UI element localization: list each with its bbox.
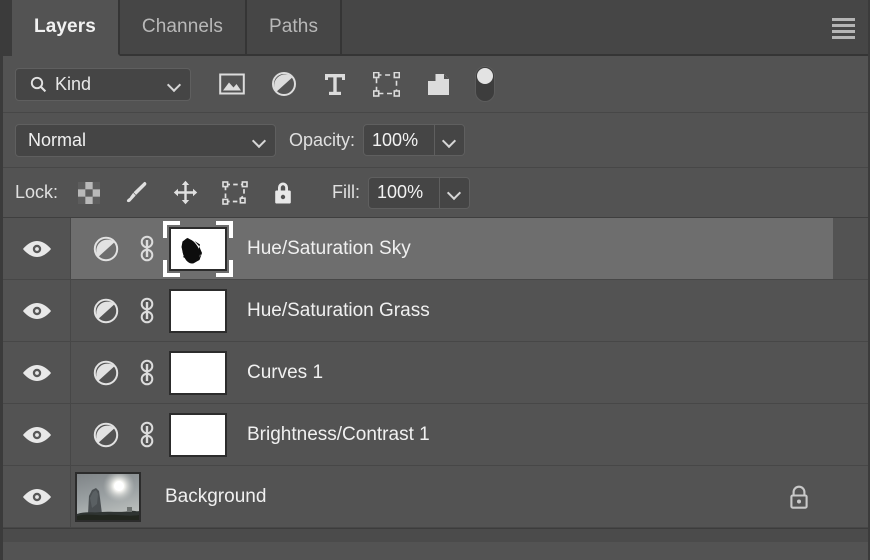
fill-dropdown-button[interactable] (440, 176, 471, 209)
layer-name[interactable]: Curves 1 (247, 362, 323, 384)
table-row[interactable]: Curves 1 (3, 342, 868, 404)
lock-all-icon[interactable] (272, 180, 294, 205)
lock-image-pixels-icon[interactable] (124, 180, 149, 205)
tab-paths[interactable]: Paths (246, 0, 343, 56)
lock-artboard-nesting-icon[interactable] (222, 180, 248, 205)
background-photo-thumbnail (77, 473, 139, 520)
layer-visibility-toggle[interactable] (3, 466, 71, 527)
layer-filter-bar: Kind (3, 56, 868, 113)
tab-paths-label: Paths (268, 16, 319, 37)
layer-visibility-toggle[interactable] (3, 280, 71, 341)
adjustment-layer-icon[interactable] (93, 422, 119, 448)
filter-type-icons (219, 71, 451, 97)
layer-list: Hue/Saturation Sky Hue/Saturation Grass … (3, 218, 868, 528)
blend-mode-value: Normal (28, 129, 87, 150)
padlock-icon[interactable] (788, 484, 810, 509)
link-mask-icon[interactable] (137, 358, 157, 388)
eye-icon (22, 426, 51, 443)
adjustment-layer-filter-icon[interactable] (271, 71, 297, 97)
table-row[interactable]: Background (3, 466, 868, 528)
tab-channels-label: Channels (141, 16, 223, 37)
smart-object-filter-icon[interactable] (426, 72, 451, 97)
table-row[interactable]: Brightness/Contrast 1 (3, 404, 868, 466)
type-layer-filter-icon[interactable] (323, 72, 347, 97)
mask-thumbnail-image (169, 412, 227, 457)
adjustment-layer-icon[interactable] (93, 298, 119, 324)
layer-thumbnail[interactable] (75, 471, 141, 522)
chevron-down-icon (168, 80, 182, 89)
chevron-down-icon (253, 136, 267, 145)
fill-input[interactable]: 100% (368, 176, 441, 209)
panel-tab-bar: Layers Channels Paths (3, 0, 868, 56)
eye-icon (22, 240, 51, 257)
shape-layer-filter-icon[interactable] (373, 71, 400, 97)
layer-name[interactable]: Hue/Saturation Grass (247, 300, 430, 322)
layer-mask-thumbnail[interactable] (169, 350, 227, 395)
link-mask-icon[interactable] (137, 296, 157, 326)
layer-visibility-toggle[interactable] (3, 218, 71, 279)
table-row[interactable]: Hue/Saturation Sky (3, 218, 868, 280)
mask-thumbnail-image (169, 350, 227, 395)
layer-visibility-toggle[interactable] (3, 404, 71, 465)
lock-buttons (78, 180, 294, 205)
eye-icon (22, 364, 51, 381)
link-mask-icon[interactable] (137, 234, 157, 264)
chevron-down-icon (443, 136, 457, 145)
fill-control: 100% (368, 176, 471, 209)
layer-name[interactable]: Hue/Saturation Sky (247, 238, 411, 260)
tab-layers[interactable]: Layers (12, 0, 120, 56)
layer-visibility-toggle[interactable] (3, 342, 71, 403)
lock-transparent-pixels-icon[interactable] (78, 181, 101, 204)
layer-mask-thumbnail[interactable] (169, 288, 227, 333)
blend-mode-bar: Normal Opacity: 100% (3, 113, 868, 168)
filter-enable-toggle[interactable] (475, 66, 495, 102)
layer-name[interactable]: Brightness/Contrast 1 (247, 424, 430, 446)
layer-mask-thumbnail[interactable] (163, 220, 233, 277)
blend-mode-select[interactable]: Normal (15, 123, 276, 157)
lock-position-icon[interactable] (173, 180, 198, 205)
layer-mask-thumbnail[interactable] (169, 412, 227, 457)
tab-bar-filler (342, 0, 868, 56)
fill-label: Fill: (332, 182, 361, 202)
filter-kind-select[interactable]: Kind (15, 67, 191, 101)
mask-selected-brackets (163, 220, 233, 277)
adjustment-layer-icon[interactable] (93, 236, 119, 262)
opacity-control: 100% (363, 124, 466, 156)
tab-channels[interactable]: Channels (119, 0, 247, 56)
adjustment-layer-icon[interactable] (93, 360, 119, 386)
lock-label: Lock: (15, 182, 59, 202)
pixel-layer-filter-icon[interactable] (219, 72, 245, 96)
opacity-input[interactable]: 100% (363, 124, 436, 156)
tab-layers-label: Layers (34, 16, 96, 37)
filter-kind-value: Kind (55, 73, 92, 94)
lock-bar: Lock: Fill: 100% (3, 168, 868, 218)
link-mask-icon[interactable] (137, 420, 157, 450)
table-row[interactable]: Hue/Saturation Grass (3, 280, 868, 342)
mask-thumbnail-image (169, 288, 227, 333)
panel-footer (3, 528, 868, 542)
hamburger-menu-icon[interactable] (826, 14, 860, 42)
eye-icon (22, 302, 51, 319)
layers-panel: Layers Channels Paths Kind Normal Opacit… (0, 0, 870, 560)
layer-name[interactable]: Background (165, 486, 266, 508)
opacity-label: Opacity: (289, 129, 356, 150)
search-icon (30, 76, 47, 92)
opacity-dropdown-button[interactable] (435, 124, 466, 156)
eye-icon (22, 488, 51, 505)
chevron-down-icon (448, 188, 462, 197)
